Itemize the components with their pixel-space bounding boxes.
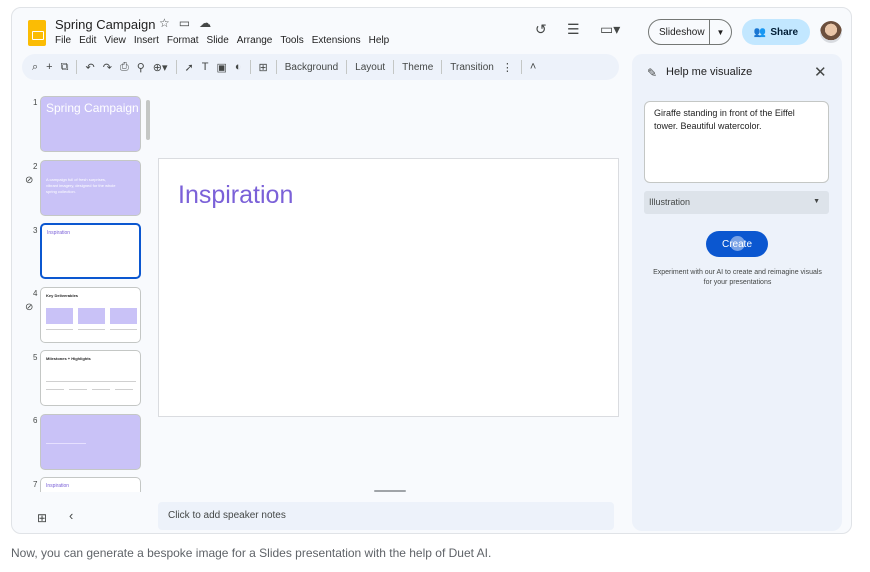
comment-add-icon[interactable]: ⊞	[259, 61, 268, 74]
menu-arrange[interactable]: Arrange	[237, 35, 273, 46]
select-icon[interactable]: ➚	[185, 61, 194, 74]
caption: Now, you can generate a bespoke image fo…	[11, 546, 492, 560]
title-icons: ☆ ▭ ☁	[159, 16, 211, 30]
create-label: Create	[721, 238, 752, 250]
slide-thumbnail-7[interactable]: Inspiration	[40, 477, 141, 492]
theme-button[interactable]: Theme	[402, 62, 433, 73]
slide-number: 4	[33, 289, 38, 298]
slides-logo-icon[interactable]	[28, 20, 46, 46]
shape-icon[interactable]: ◐	[235, 61, 242, 73]
new-slide-layout-icon[interactable]: ⧉	[61, 61, 69, 74]
slide-number: 3	[33, 226, 38, 235]
thumbnail-title: Key Deliverables	[46, 293, 79, 298]
slide-thumbnail-6[interactable]	[40, 414, 141, 470]
add-icon[interactable]: +	[46, 61, 52, 73]
menu-bar: File Edit View Insert Format Slide Arran…	[55, 35, 389, 46]
paint-format-icon[interactable]: ⚲	[137, 61, 145, 74]
menu-edit[interactable]: Edit	[79, 35, 96, 46]
chevron-left-icon[interactable]: ‹	[69, 508, 73, 523]
thumbnail-title: Inspiration	[46, 483, 70, 489]
menu-format[interactable]: Format	[167, 35, 199, 46]
star-icon[interactable]: ☆	[159, 16, 170, 30]
redo-icon[interactable]: ↷	[103, 61, 112, 74]
thumbnail-title: Inspiration	[47, 230, 71, 236]
more-icon[interactable]: ⋮	[502, 61, 513, 74]
toolbar: ⌕ + ⧉ ↶ ↷ ⎙ ⚲ ⊕▾ ➚ T ▣ ◐ ⊞ Background La…	[22, 54, 619, 80]
people-icon: 👥	[753, 26, 767, 38]
style-value: Illustration	[649, 197, 691, 207]
meet-icon[interactable]: ▭▾	[600, 21, 620, 38]
slide-canvas[interactable]: Inspiration	[158, 158, 619, 417]
transition-button[interactable]: Transition	[450, 62, 494, 73]
cloud-saved-icon[interactable]: ☁	[199, 16, 211, 30]
slides-app-window: Spring Campaign ☆ ▭ ☁ File Edit View Ins…	[11, 7, 852, 534]
menu-view[interactable]: View	[104, 35, 126, 46]
slide-number: 7	[33, 480, 38, 489]
menu-file[interactable]: File	[55, 35, 71, 46]
collapse-icon[interactable]: ˄	[530, 61, 536, 73]
avatar[interactable]	[820, 21, 842, 43]
slideshow-button[interactable]: Slideshow ▼	[648, 19, 732, 45]
document-title[interactable]: Spring Campaign	[55, 17, 155, 32]
zoom-icon[interactable]: ⊕▾	[153, 61, 168, 74]
grid-view-icon[interactable]: ⊞	[37, 511, 47, 525]
layout-button[interactable]: Layout	[355, 62, 385, 73]
slide-thumbnail-3[interactable]: Inspiration	[40, 223, 141, 279]
image-icon[interactable]: ▣	[216, 61, 226, 74]
menu-extensions[interactable]: Extensions	[312, 35, 361, 46]
slide-number: 5	[33, 353, 38, 362]
menu-tools[interactable]: Tools	[280, 35, 303, 46]
undo-icon[interactable]: ↶	[85, 61, 94, 74]
style-dropdown[interactable]: Illustration ▼	[644, 191, 829, 214]
slide-thumbnail-2[interactable]: A campaign full of fresh surprises, vibr…	[40, 160, 141, 216]
slideshow-dropdown-icon[interactable]: ▼	[710, 28, 731, 37]
prompt-input[interactable]: Giraffe standing in front of the Eiffel …	[644, 101, 829, 183]
speaker-notes[interactable]: Click to add speaker notes	[158, 502, 614, 530]
dropdown-arrow-icon: ▼	[813, 198, 820, 205]
link-icon: ⊘	[25, 302, 34, 313]
menu-insert[interactable]: Insert	[134, 35, 159, 46]
create-button[interactable]: Create	[706, 231, 768, 257]
magic-wand-icon: ✎	[647, 66, 658, 80]
share-button[interactable]: 👥 Share	[742, 19, 810, 45]
history-icon[interactable]: ↺	[535, 21, 547, 38]
comments-icon[interactable]: ☰	[567, 21, 580, 38]
folder-move-icon[interactable]: ▭	[179, 16, 190, 30]
slide-number: 6	[33, 416, 38, 425]
filmstrip-scrollbar[interactable]	[146, 100, 150, 140]
panel-title: Help me visualize	[666, 66, 753, 78]
textbox-icon[interactable]: T	[202, 61, 209, 73]
slide-number: 2	[33, 162, 38, 171]
slideshow-label: Slideshow	[659, 26, 705, 38]
panel-hint: Experiment with our AI to create and rei…	[653, 269, 822, 286]
link-icon: ⊘	[25, 175, 34, 186]
slide-title[interactable]: Inspiration	[178, 181, 293, 210]
slide-number: 1	[33, 98, 38, 107]
menu-help[interactable]: Help	[369, 35, 390, 46]
thumbnail-title: Milestones + Highlights	[46, 356, 91, 361]
notes-resize-handle[interactable]	[374, 490, 406, 492]
slide-thumbnail-1[interactable]: Spring Campaign	[40, 96, 141, 152]
print-icon[interactable]: ⎙	[120, 61, 129, 74]
slide-filmstrip[interactable]: 1 Spring Campaign 2 ⊘ A campaign full of…	[12, 92, 152, 492]
thumbnail-body: A campaign full of fresh surprises, vibr…	[46, 177, 116, 194]
thumbnail-title: Spring Campaign	[46, 101, 139, 115]
help-me-visualize-panel: ✎ Help me visualize ✕ Giraffe standing i…	[632, 54, 842, 531]
menu-slide[interactable]: Slide	[207, 35, 229, 46]
close-icon[interactable]: ✕	[814, 63, 827, 81]
background-button[interactable]: Background	[285, 62, 338, 73]
slide-thumbnail-5[interactable]: Milestones + Highlights	[40, 350, 141, 406]
share-label: Share	[770, 26, 799, 38]
slide-thumbnail-4[interactable]: Key Deliverables	[40, 287, 141, 343]
search-icon[interactable]: ⌕	[32, 61, 38, 74]
